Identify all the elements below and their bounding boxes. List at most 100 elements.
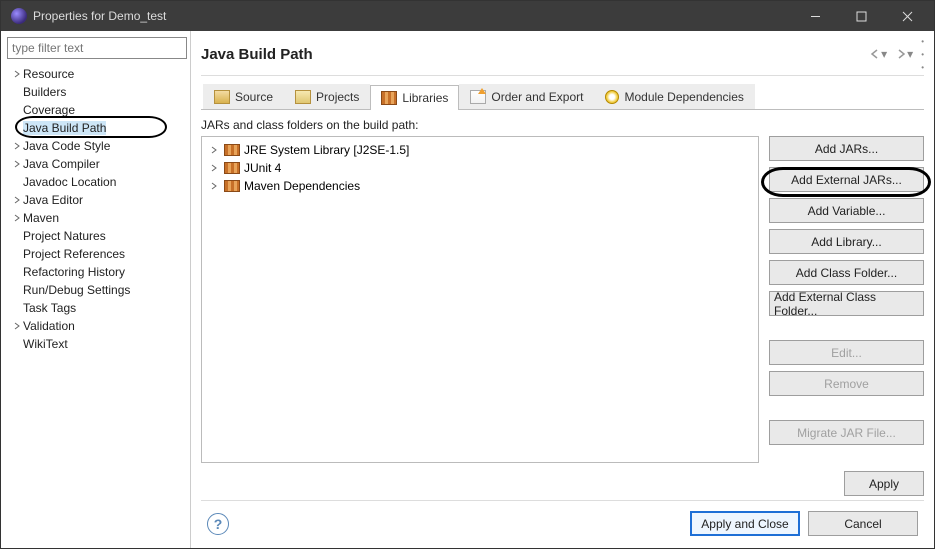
sidebar-item-label: Java Build Path	[23, 121, 106, 135]
libraries-left: JARs and class folders on the build path…	[201, 116, 759, 463]
titlebar: Properties for Demo_test	[1, 1, 934, 31]
divider	[201, 500, 924, 501]
sidebar-item-java-editor[interactable]: Java Editor	[7, 191, 186, 209]
sidebar-item-wikitext[interactable]: WikiText	[7, 335, 186, 353]
sidebar-item-label: Java Code Style	[23, 139, 110, 153]
tab-module-dependencies[interactable]: Module Dependencies	[594, 84, 754, 109]
sidebar-item-project-references[interactable]: Project References	[7, 245, 186, 263]
category-tree[interactable]: Resource Builders Coverage Java Build Path J…	[5, 65, 186, 544]
library-entry[interactable]: JRE System Library [J2SE-1.5]	[204, 141, 756, 159]
library-label: JUnit 4	[244, 161, 281, 175]
edit-button: Edit...	[769, 340, 924, 365]
sidebar-item-label: Java Editor	[23, 193, 83, 207]
divider	[201, 75, 924, 76]
tab-order-and-export[interactable]: Order and Export	[459, 84, 594, 109]
chevron-right-icon	[210, 161, 220, 175]
tab-label: Module Dependencies	[624, 90, 743, 104]
sidebar-item-label: Project References	[23, 247, 125, 261]
tab-projects[interactable]: Projects	[284, 84, 370, 109]
tab-label: Source	[235, 90, 273, 104]
minimize-button[interactable]	[792, 1, 838, 31]
page-title: Java Build Path	[201, 46, 869, 63]
remove-button: Remove	[769, 371, 924, 396]
sidebar-item-java-code-style[interactable]: Java Code Style	[7, 137, 186, 155]
sidebar-item-project-natures[interactable]: Project Natures	[7, 227, 186, 245]
back-icon[interactable]: ▾	[869, 47, 887, 61]
libraries-label: JARs and class folders on the build path…	[201, 118, 759, 132]
sidebar-item-refactoring-history[interactable]: Refactoring History	[7, 263, 186, 281]
sidebar-item-label: Maven	[23, 211, 59, 225]
add-external-class-folder-button[interactable]: Add External Class Folder...	[769, 291, 924, 316]
cancel-button[interactable]: Cancel	[808, 511, 918, 536]
sidebar-item-builders[interactable]: Builders	[7, 83, 186, 101]
library-icon	[224, 144, 240, 156]
library-icon	[224, 180, 240, 192]
tab-libraries[interactable]: Libraries	[370, 85, 459, 110]
forward-icon[interactable]: ▾	[895, 47, 913, 61]
filter-input[interactable]	[7, 37, 187, 59]
eclipse-icon	[11, 8, 27, 24]
chevron-right-icon	[11, 196, 23, 204]
prj-icon	[295, 90, 311, 104]
sidebar-item-coverage[interactable]: Coverage	[7, 101, 186, 119]
library-icon	[224, 162, 240, 174]
sidebar-item-run-debug-settings[interactable]: Run/Debug Settings	[7, 281, 186, 299]
window-title: Properties for Demo_test	[33, 9, 166, 23]
add-class-folder-button[interactable]: Add Class Folder...	[769, 260, 924, 285]
sidebar-item-maven[interactable]: Maven	[7, 209, 186, 227]
library-entry[interactable]: Maven Dependencies	[204, 177, 756, 195]
sidebar-item-java-build-path[interactable]: Java Build Path	[7, 119, 186, 137]
add-library-button[interactable]: Add Library...	[769, 229, 924, 254]
ord-icon	[470, 90, 486, 104]
tab-label: Order and Export	[491, 90, 583, 104]
tab-label: Libraries	[402, 91, 448, 105]
add-jars-button[interactable]: Add JARs...	[769, 136, 924, 161]
sidebar-item-label: Project Natures	[23, 229, 106, 243]
chevron-right-icon	[11, 160, 23, 168]
library-entry[interactable]: JUnit 4	[204, 159, 756, 177]
chevron-right-icon	[210, 179, 220, 193]
sidebar: Resource Builders Coverage Java Build Path J…	[1, 31, 191, 548]
tab-label: Projects	[316, 90, 359, 104]
maximize-button[interactable]	[838, 1, 884, 31]
sidebar-item-label: Javadoc Location	[23, 175, 116, 189]
apply-button[interactable]: Apply	[844, 471, 924, 496]
view-menu-icon[interactable]	[921, 35, 924, 73]
sidebar-item-label: WikiText	[23, 337, 68, 351]
sidebar-item-validation[interactable]: Validation	[7, 317, 186, 335]
add-variable-button[interactable]: Add Variable...	[769, 198, 924, 223]
tab-source[interactable]: Source	[203, 84, 284, 109]
close-button[interactable]	[884, 1, 930, 31]
sidebar-item-resource[interactable]: Resource	[7, 65, 186, 83]
src-icon	[214, 90, 230, 104]
add-external-jars-button[interactable]: Add External JARs...	[769, 167, 924, 192]
libraries-body: JARs and class folders on the build path…	[201, 116, 924, 463]
libraries-tree[interactable]: JRE System Library [J2SE-1.5] JUnit 4 Mave…	[201, 136, 759, 463]
chevron-right-icon	[11, 70, 23, 78]
apply-and-close-button[interactable]: Apply and Close	[690, 511, 800, 536]
lib-icon	[381, 91, 397, 105]
main-header: Java Build Path ▾ ▾	[201, 37, 924, 71]
sidebar-item-label: Java Compiler	[23, 157, 100, 171]
sidebar-item-label: Resource	[23, 67, 74, 81]
apply-row: Apply	[201, 471, 924, 496]
chevron-right-icon	[11, 214, 23, 222]
sidebar-item-label: Validation	[23, 319, 75, 333]
sidebar-item-label: Task Tags	[23, 301, 76, 315]
help-icon[interactable]: ?	[207, 513, 229, 535]
client-area: ResourceBuildersCoverageJava Build PathJ…	[1, 31, 934, 548]
mod-icon	[605, 90, 619, 104]
properties-dialog: Properties for Demo_test Resource Builder…	[0, 0, 935, 549]
sidebar-item-task-tags[interactable]: Task Tags	[7, 299, 186, 317]
library-label: Maven Dependencies	[244, 179, 360, 193]
chevron-right-icon	[11, 142, 23, 150]
migrate-jar-button: Migrate JAR File...	[769, 420, 924, 445]
sidebar-item-label: Refactoring History	[23, 265, 125, 279]
libraries-buttons: Add JARs... Add External JARs... Add Var…	[769, 116, 924, 463]
sidebar-item-label: Builders	[23, 85, 66, 99]
tabbar: Source Projects Libraries Order and Export M…	[201, 84, 924, 110]
sidebar-item-java-compiler[interactable]: Java Compiler	[7, 155, 186, 173]
footer: ? Apply and Close Cancel	[201, 507, 924, 540]
header-toolbar: ▾ ▾	[869, 35, 924, 73]
sidebar-item-javadoc-location[interactable]: Javadoc Location	[7, 173, 186, 191]
